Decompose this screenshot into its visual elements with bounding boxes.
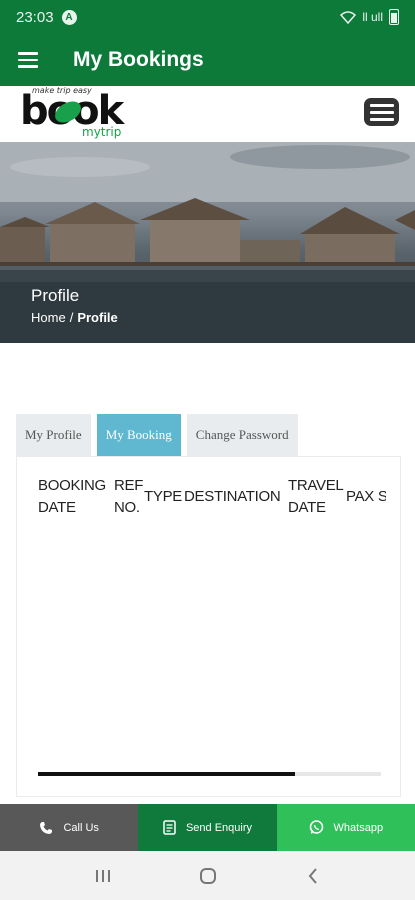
whatsapp-label: Whatsapp xyxy=(333,821,384,834)
status-bar: 23:03 A ll ull xyxy=(0,0,415,34)
navigation-notification-icon: A xyxy=(61,9,77,25)
header-ref-no: REF NO. xyxy=(114,477,144,516)
breadcrumb-separator: / xyxy=(69,310,74,325)
status-time: 23:03 xyxy=(16,8,54,26)
bookings-panel: BOOKING DATE REF NO. TYPE DESTINATION TR… xyxy=(16,456,401,797)
breadcrumb-home[interactable]: Home xyxy=(31,310,66,325)
recent-apps-icon[interactable] xyxy=(83,861,123,891)
site-menu-button[interactable] xyxy=(364,98,399,126)
tab-my-profile[interactable]: My Profile xyxy=(16,414,91,456)
profile-tabs: My Profile My Booking Change Password xyxy=(16,414,298,456)
send-enquiry-button[interactable]: Send Enquiry xyxy=(138,804,277,851)
bookings-table-header: BOOKING DATE REF NO. TYPE DESTINATION TR… xyxy=(38,475,386,519)
breadcrumb-current: Profile xyxy=(77,310,118,325)
whatsapp-button[interactable]: Whatsapp xyxy=(276,804,415,851)
tab-my-booking[interactable]: My Booking xyxy=(96,414,181,456)
send-enquiry-label: Send Enquiry xyxy=(185,821,253,834)
app-bar: My Bookings xyxy=(0,34,415,86)
bookmytrip-logo[interactable]: make trip easy book mytrip xyxy=(20,86,150,140)
hero-banner: Profile Home / Profile xyxy=(0,142,415,343)
call-us-label: Call Us xyxy=(63,821,99,834)
tab-change-password[interactable]: Change Password xyxy=(186,414,298,456)
horizontal-scrollbar[interactable] xyxy=(38,772,381,776)
whatsapp-icon xyxy=(309,820,323,834)
logo-sub: mytrip xyxy=(82,125,121,139)
app-title: My Bookings xyxy=(73,48,204,71)
drawer-menu-icon[interactable] xyxy=(0,34,58,86)
document-icon xyxy=(163,820,176,835)
header-destination: DESTINATION xyxy=(184,488,281,505)
call-us-button[interactable]: Call Us xyxy=(0,804,139,851)
site-header: make trip easy book mytrip xyxy=(0,86,415,142)
header-travel-date: TRAVEL DATE xyxy=(288,477,343,516)
header-pax: PAX S xyxy=(346,488,386,505)
phone-icon xyxy=(40,821,53,834)
status-indicators: ll ull xyxy=(340,9,399,25)
scrollbar-thumb[interactable] xyxy=(38,772,296,776)
home-icon[interactable] xyxy=(188,861,228,891)
header-type: TYPE xyxy=(144,488,182,505)
page-title: Profile xyxy=(31,286,80,305)
signal-icon: ll ull xyxy=(362,10,383,24)
battery-icon xyxy=(389,9,399,25)
back-icon[interactable] xyxy=(293,861,333,891)
wifi-icon xyxy=(340,10,357,24)
breadcrumb: Home / Profile xyxy=(31,310,118,325)
system-navigation-bar xyxy=(0,851,415,900)
header-booking-date: BOOKING DATE xyxy=(38,477,106,516)
bottom-action-bar: Call Us Send Enquiry Whatsapp xyxy=(0,804,415,851)
